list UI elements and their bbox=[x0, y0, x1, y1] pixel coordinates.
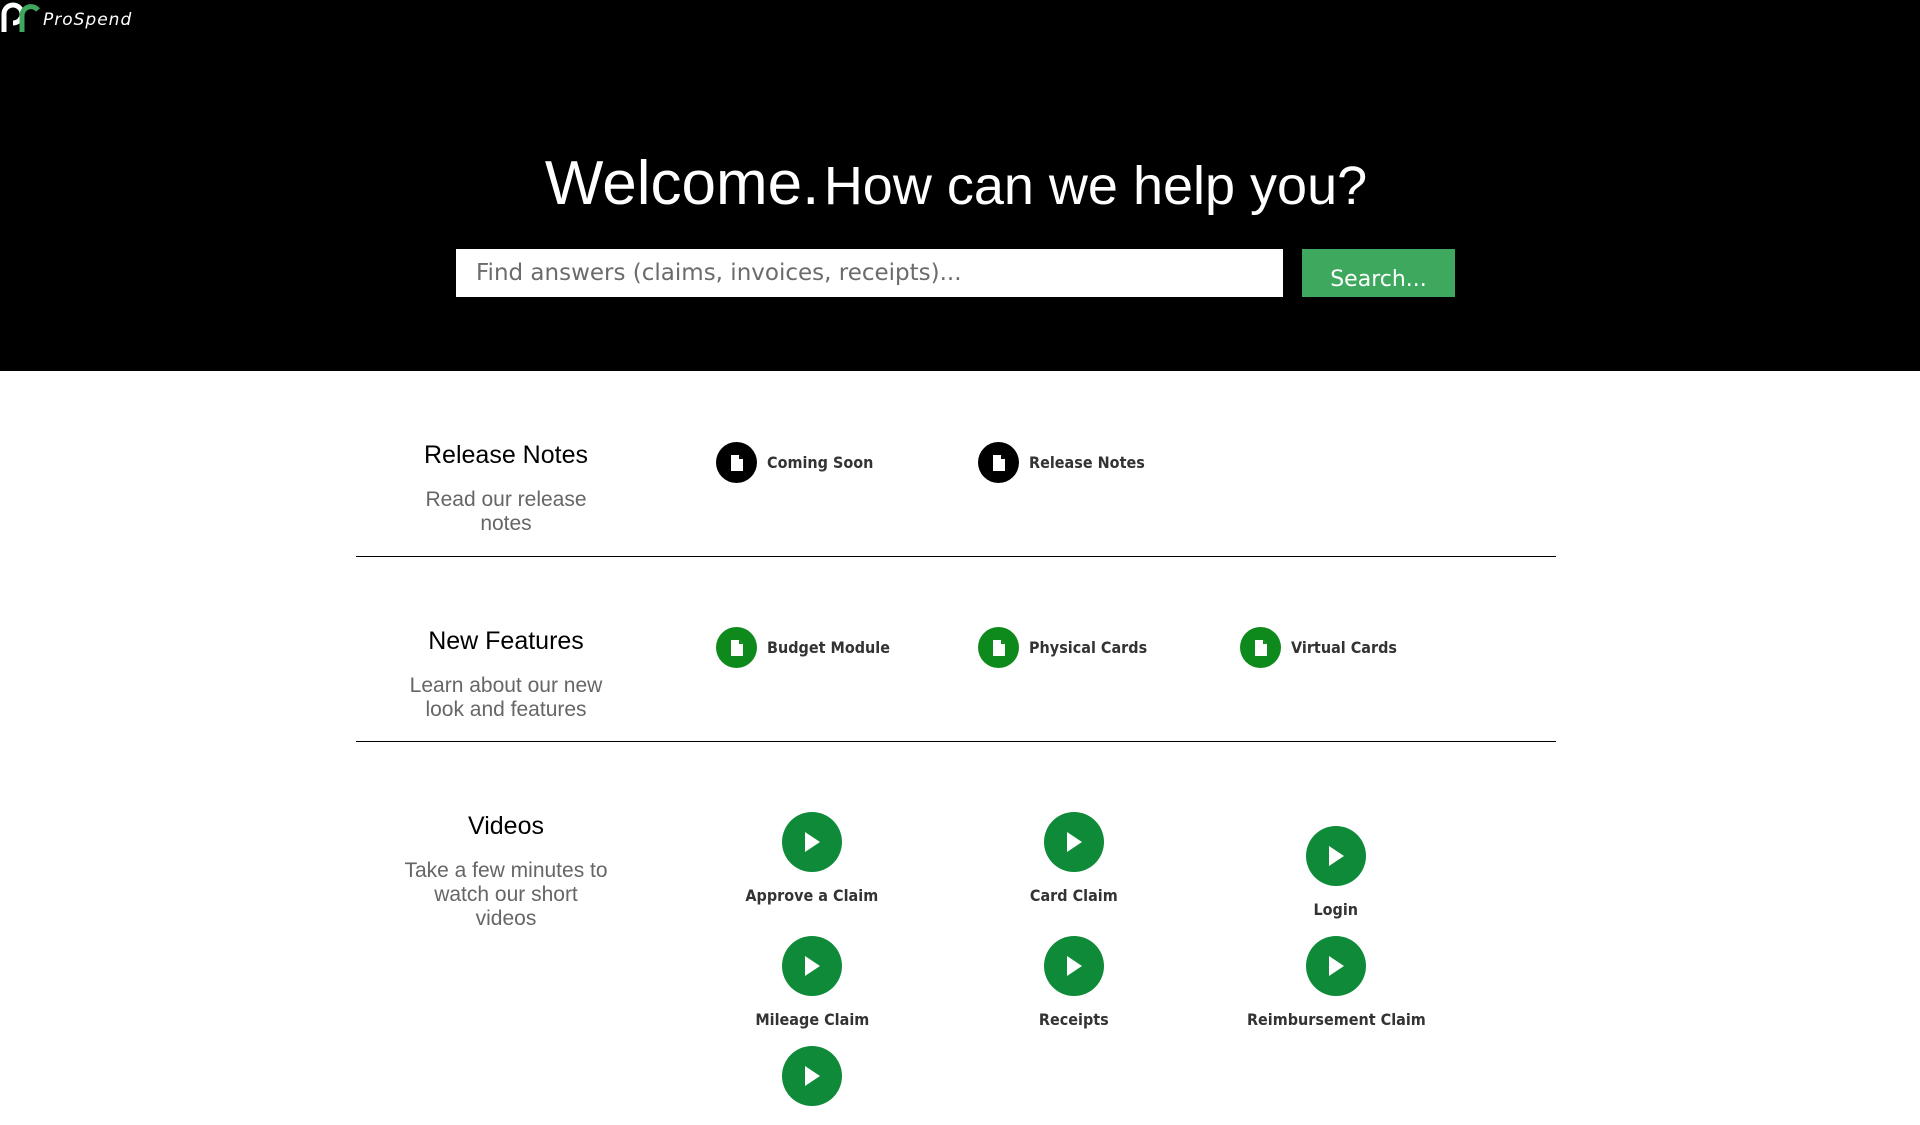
video-label: Login bbox=[1313, 900, 1359, 919]
video-label: Approve a Claim bbox=[745, 886, 879, 905]
video-label: Receipts bbox=[1039, 1010, 1109, 1029]
video-receipts[interactable]: Receipts bbox=[964, 936, 1184, 1030]
link-label: Virtual Cards bbox=[1291, 638, 1398, 657]
video-login[interactable]: Login bbox=[1226, 826, 1446, 920]
link-budget-module[interactable]: Budget Module bbox=[716, 627, 904, 668]
brand-logo[interactable]: ProSpend bbox=[0, 2, 132, 36]
headline-help: How can we help you? bbox=[823, 156, 1368, 216]
new-features-section: New Features Learn about our new look an… bbox=[356, 557, 1556, 742]
release-notes-section: Release Notes Read our release notes Com… bbox=[356, 371, 1556, 557]
section-description: Read our release notes bbox=[425, 488, 587, 535]
document-icon bbox=[978, 627, 1019, 668]
document-icon bbox=[716, 442, 757, 483]
section-description: Learn about our new look and features bbox=[409, 674, 603, 721]
search-input[interactable] bbox=[456, 249, 1283, 297]
headline-welcome: Welcome. bbox=[544, 149, 820, 218]
section-title: Release Notes bbox=[424, 441, 588, 469]
link-label: Budget Module bbox=[767, 638, 890, 657]
video-item[interactable] bbox=[702, 1046, 922, 1125]
play-icon bbox=[1044, 812, 1104, 872]
link-label: Coming Soon bbox=[767, 453, 874, 472]
play-icon bbox=[782, 936, 842, 996]
section-description: Take a few minutes to watch our short vi… bbox=[404, 859, 608, 930]
scrollbar-gutter bbox=[1912, 0, 1920, 1080]
video-card-claim[interactable]: Card Claim bbox=[964, 812, 1184, 906]
document-icon bbox=[978, 442, 1019, 483]
video-label: Mileage Claim bbox=[755, 1010, 869, 1029]
video-approve-a-claim[interactable]: Approve a Claim bbox=[702, 812, 922, 906]
link-physical-cards[interactable]: Physical Cards bbox=[978, 627, 1160, 668]
prospend-logo-icon bbox=[1, 2, 40, 32]
document-icon bbox=[716, 627, 757, 668]
brand-name: ProSpend bbox=[43, 10, 133, 30]
link-label: Physical Cards bbox=[1029, 638, 1148, 657]
play-icon bbox=[1306, 936, 1366, 996]
page-headline: Welcome. How can we help you? bbox=[0, 148, 1912, 219]
link-label: Release Notes bbox=[1029, 453, 1145, 472]
play-icon bbox=[782, 1046, 842, 1106]
link-virtual-cards[interactable]: Virtual Cards bbox=[1240, 627, 1409, 668]
section-title: New Features bbox=[428, 627, 584, 655]
search-button[interactable]: Search... bbox=[1302, 249, 1455, 297]
section-title: Videos bbox=[468, 812, 544, 840]
play-icon bbox=[1044, 936, 1104, 996]
hero-banner: ProSpend Welcome. How can we help you? S… bbox=[0, 0, 1912, 371]
document-icon bbox=[1240, 627, 1281, 668]
link-release-notes[interactable]: Release Notes bbox=[978, 442, 1158, 483]
video-reimbursement-claim[interactable]: Reimbursement Claim bbox=[1226, 936, 1446, 1030]
play-icon bbox=[782, 812, 842, 872]
video-label: Card Claim bbox=[1030, 886, 1118, 905]
videos-section: Videos Take a few minutes to watch our s… bbox=[356, 742, 1556, 1106]
play-icon bbox=[1306, 826, 1366, 886]
link-coming-soon[interactable]: Coming Soon bbox=[716, 442, 885, 483]
video-label: Reimbursement Claim bbox=[1246, 1010, 1426, 1029]
video-mileage-claim[interactable]: Mileage Claim bbox=[702, 936, 922, 1030]
